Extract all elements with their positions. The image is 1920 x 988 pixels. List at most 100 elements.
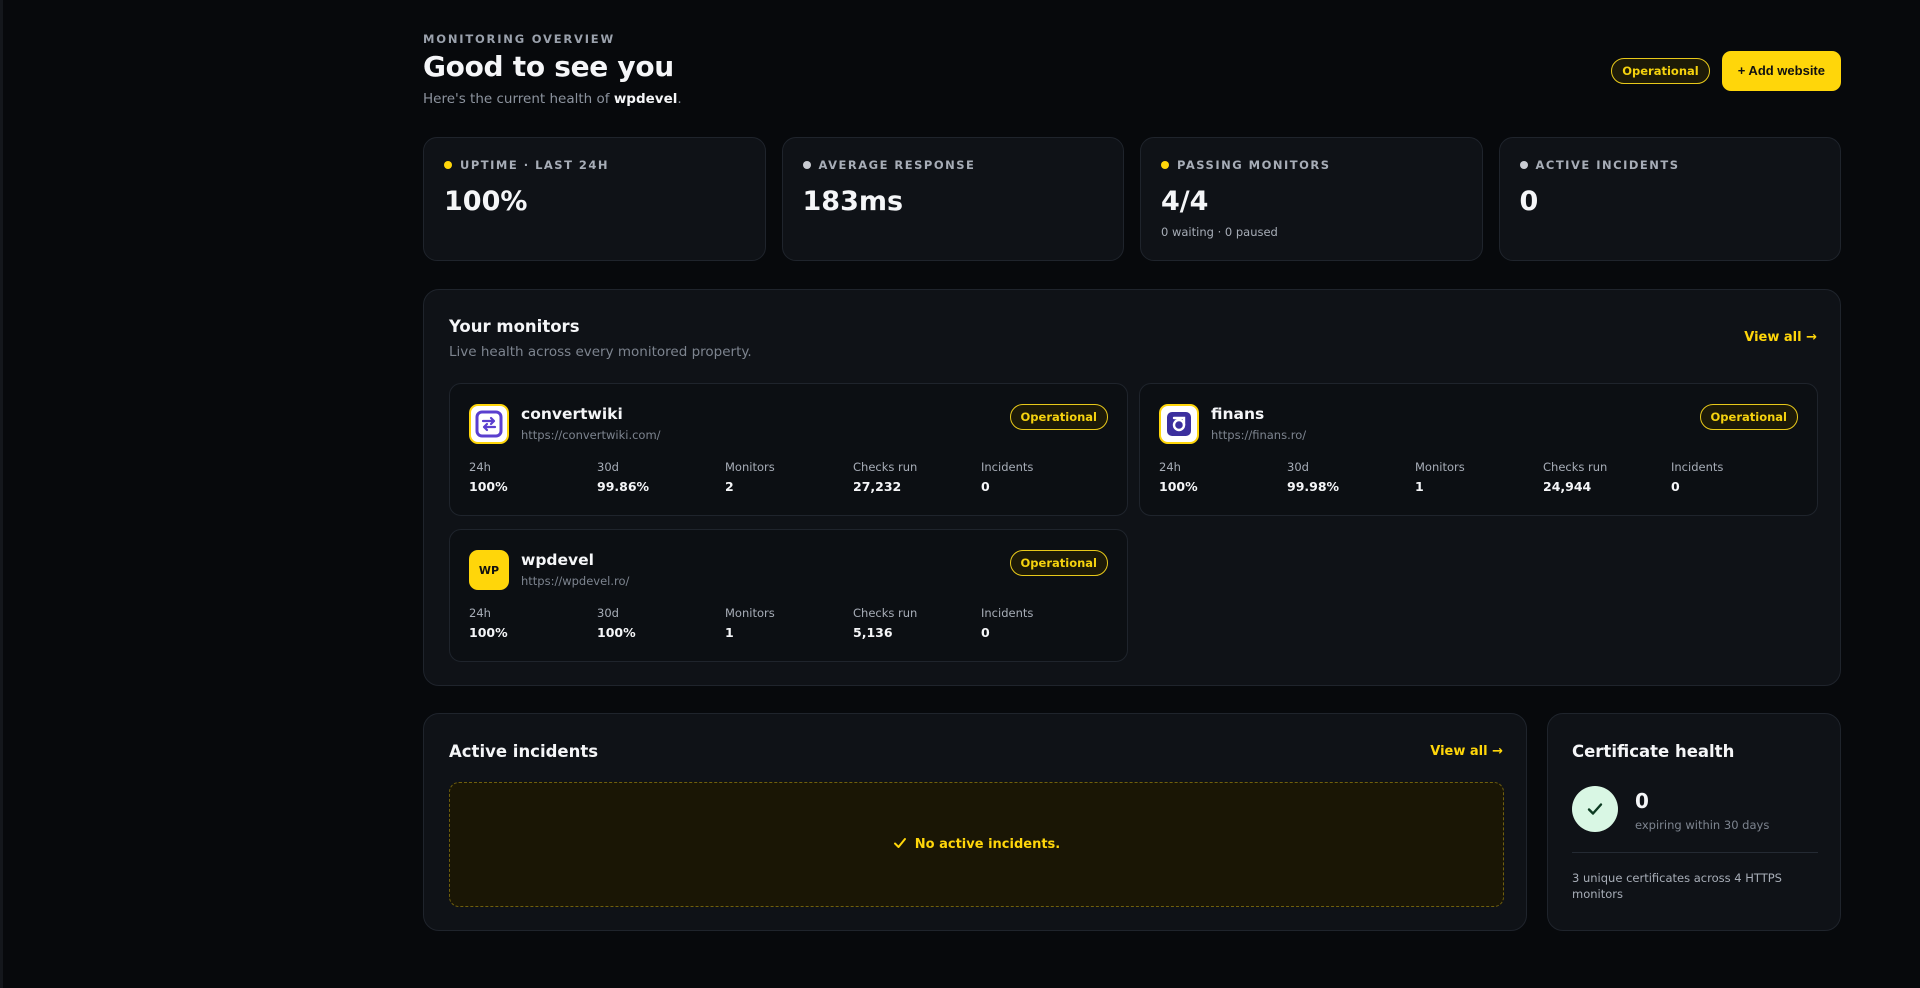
divider [1572, 852, 1818, 853]
stat-val: 100% [1159, 479, 1198, 494]
stat-label-row: ACTIVE INCIDENTS [1519, 158, 1821, 172]
stat-value: 4/4 [1161, 186, 1209, 217]
monitor-stat-30d: 30d 100% [597, 606, 725, 640]
stat-cards: UPTIME · LAST 24H 100% AVERAGE RESPONSE … [423, 137, 1841, 261]
subtitle-site: wpdevel [613, 91, 678, 107]
stat-card-active-incidents: ACTIVE INCIDENTS 0 [1498, 137, 1841, 261]
stat-label-row: AVERAGE RESPONSE [802, 158, 1104, 172]
monitor-stat-24h: 24h 100% [469, 460, 597, 494]
monitor-url: https://wpdevel.ro/ [521, 574, 630, 588]
stat-key: 30d [597, 460, 619, 474]
stat-val: 0 [981, 625, 990, 640]
subtitle-suffix: . [677, 91, 682, 107]
monitor-stat-incidents: Incidents 0 [981, 606, 1109, 640]
stat-label: ACTIVE INCIDENTS [1535, 158, 1680, 172]
monitor-name: wpdevel [521, 551, 594, 569]
status-dot-icon [802, 161, 811, 169]
monitor-card-wpdevel[interactable]: WP wpdevel https://wpdevel.ro/ Operation… [449, 529, 1128, 662]
stat-val: 99.98% [1287, 479, 1340, 494]
stat-card-average-response: AVERAGE RESPONSE 183ms [781, 137, 1124, 261]
stat-val: 1 [1415, 479, 1424, 494]
stat-value: 183ms [802, 186, 904, 217]
swap-arrows-icon [469, 404, 509, 444]
header-actions: Operational + Add website [1611, 51, 1841, 91]
stat-key: 30d [597, 606, 619, 620]
monitor-card-convertwiki[interactable]: convertwiki https://convertwiki.com/ Ope… [449, 383, 1128, 516]
stat-label: UPTIME · LAST 24H [460, 158, 610, 172]
no-incidents-text: No active incidents. [914, 837, 1061, 852]
stat-sub: 0 waiting · 0 paused [1161, 225, 1278, 239]
stat-card-passing-monitors: PASSING MONITORS 4/4 0 waiting · 0 pause… [1140, 137, 1483, 261]
stat-label-row: UPTIME · LAST 24H [444, 158, 745, 172]
monitor-stat-incidents: Incidents 0 [981, 460, 1109, 494]
monitors-view-all-link[interactable]: View all → [1744, 330, 1817, 345]
stat-key: Incidents [1671, 460, 1724, 474]
monitor-name: convertwiki [521, 405, 623, 423]
expiring-cert-count: 0 [1635, 789, 1649, 813]
monitor-stat-checks: Checks run 27,232 [853, 460, 981, 494]
incidents-view-all-link[interactable]: View all → [1430, 744, 1503, 759]
monitor-stat-24h: 24h 100% [1159, 460, 1287, 494]
stat-value: 100% [444, 186, 528, 217]
monitor-stat-30d: 30d 99.86% [597, 460, 725, 494]
monitor-stats: 24h 100% 30d 100% Monitors 1 Checks run 5,13… [469, 606, 1109, 640]
incidents-title: Active incidents [449, 742, 599, 761]
monitor-stat-incidents: Incidents 0 [1671, 460, 1799, 494]
stat-key: Monitors [1415, 460, 1465, 474]
stat-key: Checks run [1543, 460, 1608, 474]
wpdevel-logo-icon: WP [469, 550, 509, 590]
certificate-check-icon [1572, 786, 1618, 832]
monitor-stat-checks: Checks run 24,944 [1543, 460, 1671, 494]
add-website-button[interactable]: + Add website [1721, 51, 1841, 91]
stat-val: 0 [981, 479, 990, 494]
monitor-name: finans [1211, 405, 1265, 423]
monitors-title: Your monitors [449, 317, 580, 336]
monitor-status-badge: Operational [1009, 550, 1108, 576]
stat-label-row: PASSING MONITORS [1161, 158, 1462, 172]
monitor-stat-30d: 30d 99.98% [1287, 460, 1415, 494]
monitor-stat-monitors: Monitors 1 [1415, 460, 1543, 494]
stat-card-uptime: UPTIME · LAST 24H 100% [423, 137, 766, 261]
stat-label: PASSING MONITORS [1177, 158, 1331, 172]
stat-val: 0 [1671, 479, 1680, 494]
monitor-stat-monitors: Monitors 2 [725, 460, 853, 494]
stat-val: 100% [469, 625, 508, 640]
stat-key: 24h [469, 606, 491, 620]
monitor-stat-24h: 24h 100% [469, 606, 597, 640]
monitor-card-finans[interactable]: finans https://finans.ro/ Operational 24… [1139, 383, 1818, 516]
status-dot-icon [1161, 161, 1169, 169]
sidebar-edge [0, 0, 3, 988]
monitor-status-badge: Operational [1009, 404, 1108, 430]
stat-key: Incidents [981, 606, 1034, 620]
stat-key: 24h [1159, 460, 1181, 474]
stat-val: 5,136 [853, 625, 893, 640]
page-subtitle: Here's the current health of wpdevel. [423, 91, 682, 107]
stat-key: Monitors [725, 606, 775, 620]
subtitle-prefix: Here's the current health of [423, 91, 614, 107]
page-title: Good to see you [423, 50, 674, 83]
status-dot-icon [1519, 161, 1528, 169]
incidents-panel: Active incidents View all → No active in… [423, 713, 1527, 931]
monitor-stats: 24h 100% 30d 99.86% Monitors 2 Checks run 27… [469, 460, 1109, 494]
status-dot-icon [444, 161, 452, 169]
stat-key: Checks run [853, 606, 918, 620]
stat-label: AVERAGE RESPONSE [818, 158, 976, 172]
certificate-note: 3 unique certificates across 4 HTTPS mon… [1572, 871, 1782, 901]
monitor-stats: 24h 100% 30d 99.98% Monitors 1 Checks run 24… [1159, 460, 1799, 494]
monitor-stat-monitors: Monitors 1 [725, 606, 853, 640]
monitor-status-badge: Operational [1699, 404, 1798, 430]
monitor-url: https://convertwiki.com/ [521, 428, 661, 442]
stat-val: 100% [597, 625, 636, 640]
finans-logo-icon [1159, 404, 1199, 444]
stat-key: 24h [469, 460, 491, 474]
page-eyebrow: MONITORING OVERVIEW [423, 32, 615, 46]
stat-key: Checks run [853, 460, 918, 474]
stat-val: 27,232 [853, 479, 902, 494]
certificate-health-panel: Certificate health 0 expiring within 30 … [1547, 713, 1841, 931]
overall-status-badge: Operational [1611, 58, 1710, 84]
monitor-stat-checks: Checks run 5,136 [853, 606, 981, 640]
certificate-title: Certificate health [1572, 742, 1735, 761]
stat-val: 24,944 [1543, 479, 1592, 494]
monitors-panel: Your monitors Live health across every m… [423, 289, 1841, 686]
stat-key: Incidents [981, 460, 1034, 474]
